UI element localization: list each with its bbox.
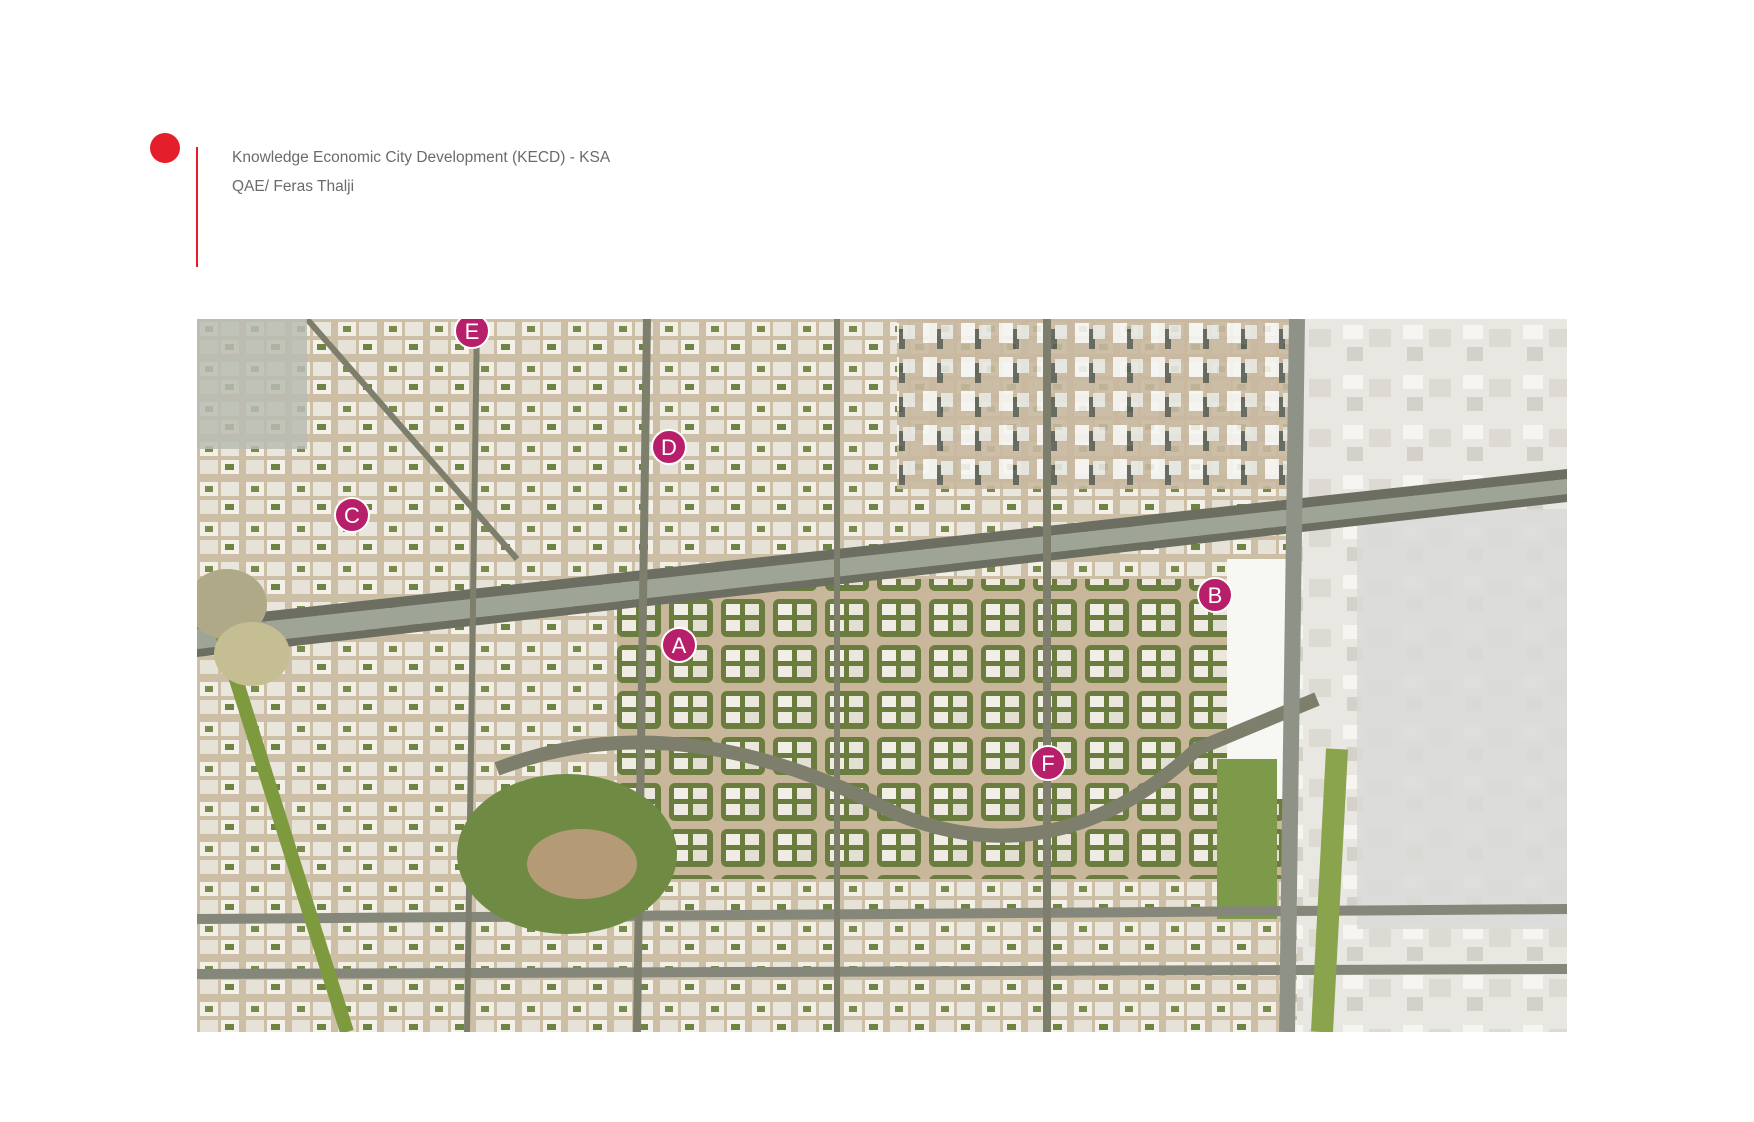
marker-label: C [344, 503, 360, 528]
marker-label: A [672, 633, 687, 658]
accent-dot [150, 133, 180, 163]
site-plan-drawing: E D C A B F [197, 319, 1567, 1032]
accent-rule [196, 147, 198, 267]
marker-e: E [454, 319, 490, 349]
marker-d: D [651, 429, 687, 465]
header-block: Knowledge Economic City Development (KEC… [232, 143, 610, 201]
marker-label: F [1041, 751, 1054, 776]
marker-f: F [1030, 745, 1066, 781]
marker-b: B [1197, 577, 1233, 613]
page: Knowledge Economic City Development (KEC… [0, 0, 1754, 1122]
marker-a: A [661, 627, 697, 663]
marker-c: C [334, 497, 370, 533]
marker-label: D [661, 435, 677, 460]
credit-line: QAE/ Feras Thalji [232, 178, 355, 195]
project-title: Knowledge Economic City Development (KEC… [232, 149, 611, 166]
marker-label: B [1208, 583, 1223, 608]
site-plan-image: E D C A B F [197, 319, 1567, 1032]
marker-label: E [465, 319, 480, 344]
